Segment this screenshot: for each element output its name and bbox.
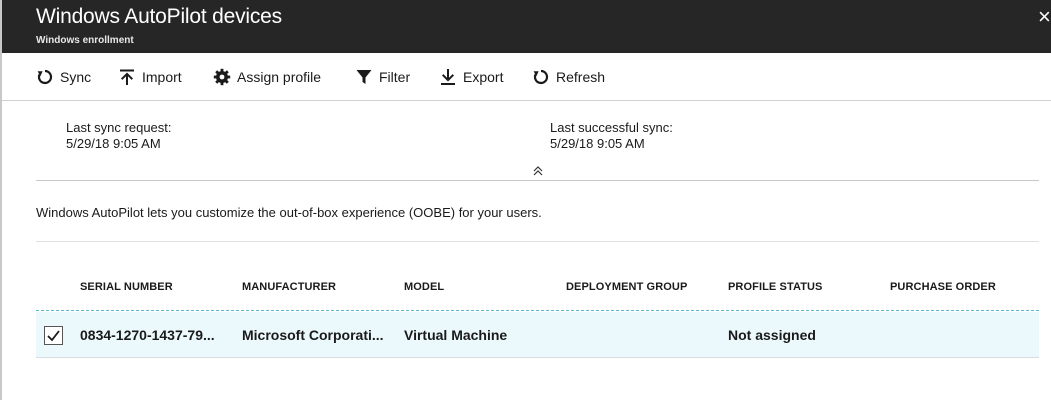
export-label: Export bbox=[463, 69, 504, 85]
filter-icon bbox=[356, 70, 372, 84]
row-checkbox[interactable] bbox=[44, 326, 63, 345]
column-header-serial-number[interactable]: SERIAL NUMBER bbox=[80, 281, 173, 293]
command-bar: Sync Import Assign profile Filter Export… bbox=[2, 53, 1051, 101]
gear-icon bbox=[213, 68, 231, 86]
autopilot-blade: Windows AutoPilot devices Windows enroll… bbox=[0, 0, 1051, 400]
blade-title: Windows AutoPilot devices bbox=[36, 5, 282, 28]
import-label: Import bbox=[142, 69, 182, 85]
autopilot-description: Windows AutoPilot lets you customize the… bbox=[36, 205, 542, 220]
sync-label: Sync bbox=[60, 69, 92, 85]
column-header-purchase-order[interactable]: PURCHASE ORDER bbox=[890, 281, 996, 293]
assign-profile-button[interactable]: Assign profile bbox=[213, 66, 321, 88]
cell-model: Virtual Machine bbox=[404, 327, 508, 343]
last-successful-sync-label: Last successful sync: bbox=[550, 120, 673, 135]
cell-serial-number: 0834-1270-1437-79... bbox=[80, 327, 215, 343]
column-header-manufacturer[interactable]: MANUFACTURER bbox=[242, 281, 336, 293]
import-button[interactable]: Import bbox=[118, 66, 182, 88]
checkmark-icon bbox=[47, 330, 60, 342]
assign-profile-label: Assign profile bbox=[237, 69, 322, 85]
last-sync-request-value: 5/29/18 9:05 AM bbox=[66, 136, 161, 151]
last-sync-request-label: Last sync request: bbox=[66, 120, 172, 135]
column-header-profile-status[interactable]: PROFILE STATUS bbox=[728, 281, 823, 293]
blade-subtitle: Windows enrollment bbox=[36, 35, 134, 46]
sync-button[interactable]: Sync bbox=[36, 66, 91, 88]
column-header-model[interactable]: MODEL bbox=[404, 281, 444, 293]
refresh-label: Refresh bbox=[556, 69, 606, 85]
filter-label: Filter bbox=[379, 69, 411, 85]
filter-button[interactable]: Filter bbox=[355, 66, 410, 88]
refresh-button[interactable]: Refresh bbox=[532, 66, 605, 88]
essentials-divider bbox=[36, 180, 1039, 181]
close-button[interactable]: × bbox=[1038, 6, 1051, 28]
description-divider bbox=[36, 241, 1039, 242]
blade-header: Windows AutoPilot devices Windows enroll… bbox=[2, 0, 1051, 53]
table-row[interactable]: 0834-1270-1437-79... Microsoft Corporati… bbox=[36, 312, 1039, 358]
export-button[interactable]: Export bbox=[439, 66, 503, 88]
cell-profile-status: Not assigned bbox=[728, 327, 816, 343]
cell-manufacturer: Microsoft Corporati... bbox=[242, 327, 384, 343]
export-icon bbox=[441, 69, 455, 85]
import-icon bbox=[120, 69, 134, 85]
column-header-deployment-group[interactable]: DEPLOYMENT GROUP bbox=[566, 281, 687, 293]
refresh-icon bbox=[533, 69, 549, 85]
devices-table-header: SERIAL NUMBER MANUFACTURER MODEL DEPLOYM… bbox=[36, 273, 1039, 311]
collapse-chevron-icon[interactable] bbox=[531, 163, 545, 179]
sync-icon bbox=[37, 69, 53, 85]
last-successful-sync-value: 5/29/18 9:05 AM bbox=[550, 136, 645, 151]
